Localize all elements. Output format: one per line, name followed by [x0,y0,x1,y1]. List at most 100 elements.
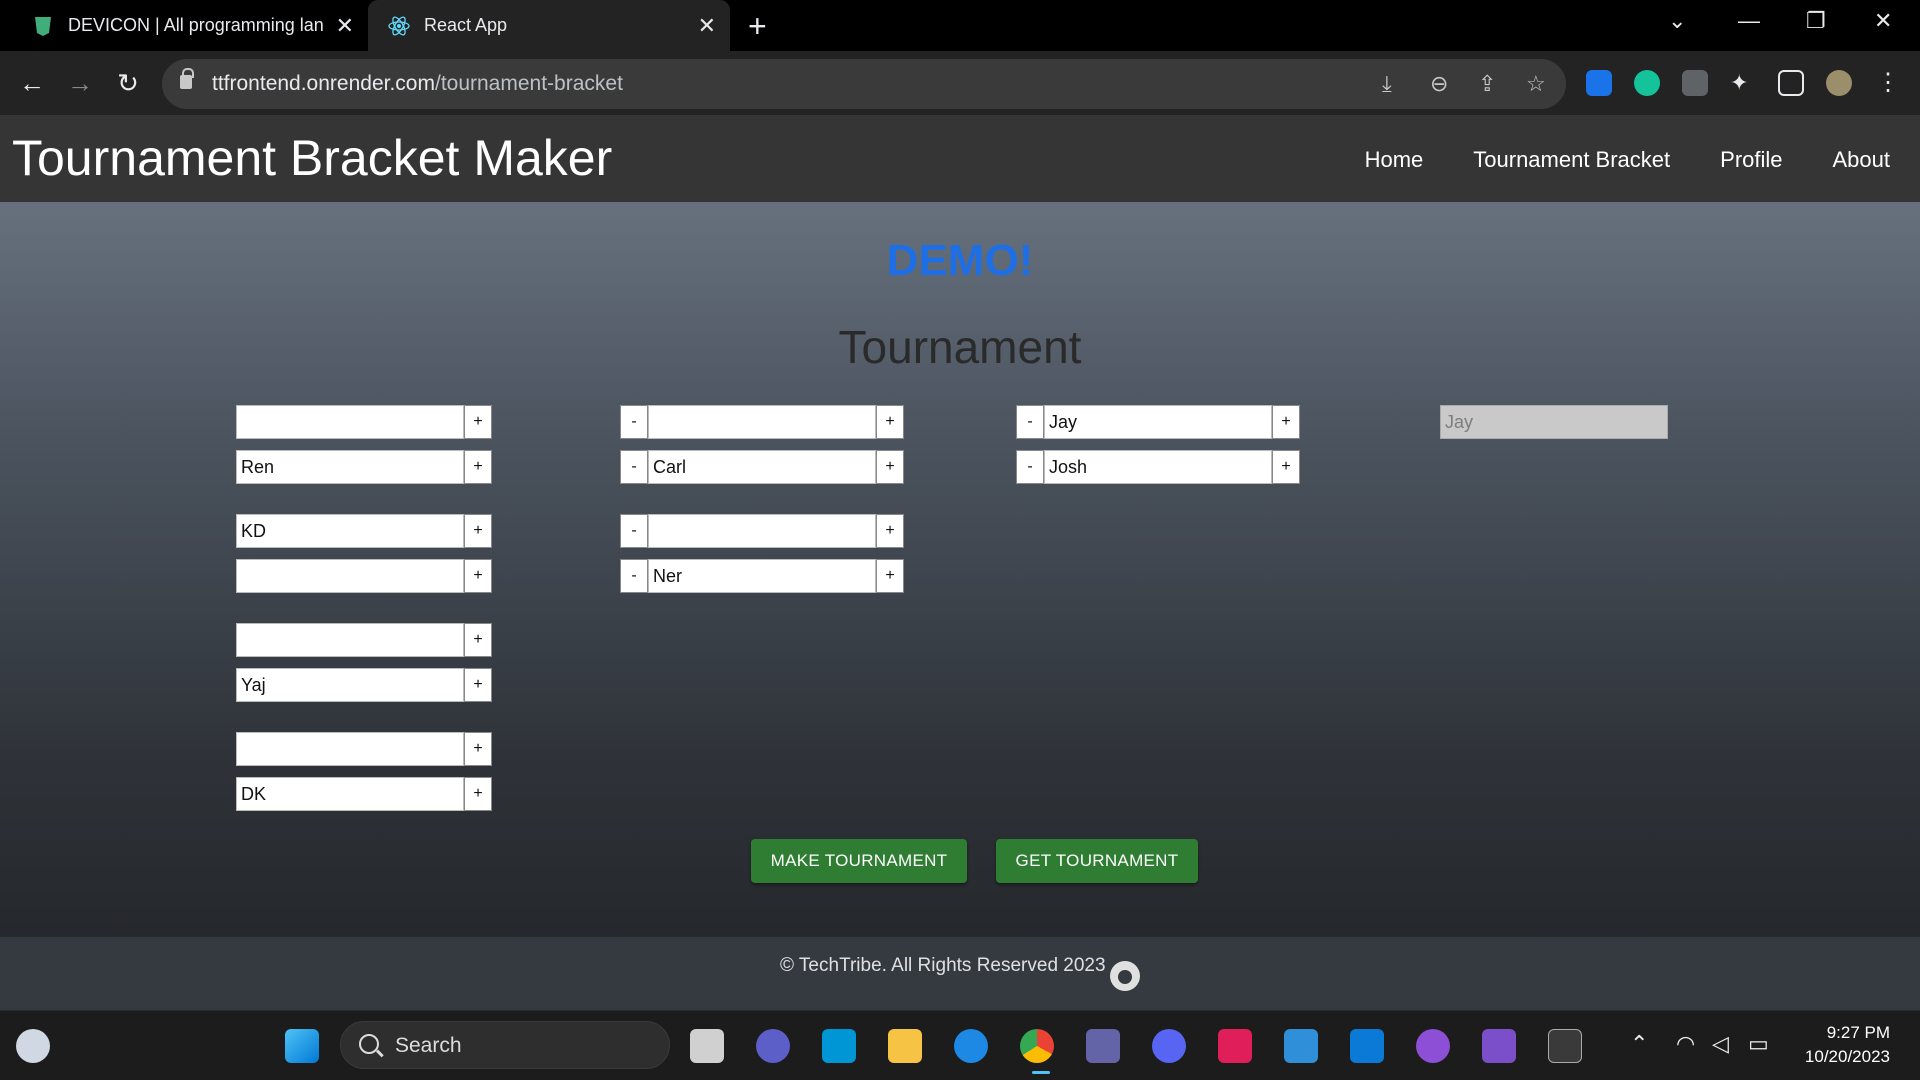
active-app-indicator [1032,1071,1050,1074]
teams-icon[interactable] [1086,1029,1120,1063]
demote-button[interactable]: - [620,450,648,484]
player-input[interactable] [648,405,876,439]
close-window-icon[interactable]: ✕ [1874,8,1892,34]
teams-chat-icon[interactable] [756,1029,790,1063]
close-tab-icon[interactable]: ✕ [698,13,716,39]
dashlane-extension-icon[interactable] [1586,70,1612,96]
winner-field: Jay [1440,405,1668,439]
chrome-icon[interactable] [1020,1029,1054,1063]
player-input[interactable] [236,668,464,702]
demote-button[interactable]: - [1016,450,1044,484]
battery-icon[interactable]: ▭ [1748,1031,1769,1057]
demote-button[interactable]: - [1016,405,1044,439]
advance-button[interactable]: + [464,623,492,657]
tab-devicon[interactable]: DEVICON | All programming lan ✕ [12,0,368,51]
bracket-slot-r1-4: + [236,559,492,593]
bracket-slot-r1-2: + [236,450,492,484]
advance-button[interactable]: + [876,405,904,439]
taskbar-search[interactable]: Search [340,1021,670,1069]
slack-icon[interactable] [1218,1029,1252,1063]
player-input[interactable] [236,559,464,593]
player-input[interactable] [648,514,876,548]
minimize-icon[interactable]: — [1738,8,1760,34]
make-tournament-button[interactable]: MAKE TOURNAMENT [751,839,967,883]
demote-button[interactable]: - [620,405,648,439]
advance-button[interactable]: + [464,559,492,593]
site-header: Tournament Bracket Maker Home Tournament… [0,115,1920,202]
player-input[interactable] [1044,450,1272,484]
get-help-icon[interactable] [954,1029,988,1063]
address-bar[interactable]: ttfrontend.onrender.com/tournament-brack… [162,59,1566,109]
github-desktop-icon[interactable] [1416,1029,1450,1063]
player-input[interactable] [1044,405,1272,439]
side-panel-icon[interactable] [1778,70,1804,96]
nav-link-about[interactable]: About [1833,147,1891,173]
extensions-puzzle-icon[interactable]: ✦ [1730,70,1756,96]
player-input[interactable] [236,514,464,548]
advance-button[interactable]: + [464,514,492,548]
task-view-icon[interactable] [690,1029,724,1063]
photos-icon[interactable] [1284,1029,1318,1063]
forward-icon[interactable]: → [62,65,98,101]
volume-icon[interactable]: ◁ [1712,1031,1729,1057]
advance-button[interactable]: + [464,732,492,766]
bracket-slot-r1-6: + [236,668,492,702]
grammarly-extension-icon[interactable] [1634,70,1660,96]
github-icon[interactable] [1110,961,1140,991]
advance-button[interactable]: + [876,514,904,548]
windows-start-icon[interactable] [285,1029,319,1063]
nav-link-home[interactable]: Home [1365,147,1424,173]
wifi-icon[interactable]: ◠ [1676,1031,1695,1057]
player-input[interactable] [236,405,464,439]
nav-link-tournament-bracket[interactable]: Tournament Bracket [1473,147,1670,173]
restore-icon[interactable]: ❐ [1806,8,1826,34]
demote-button[interactable]: - [620,559,648,593]
zoom-icon[interactable]: ⊖ [1430,71,1448,97]
player-input[interactable] [648,559,876,593]
get-tournament-button[interactable]: GET TOURNAMENT [996,839,1198,883]
nav-link-profile[interactable]: Profile [1720,147,1782,173]
clock-date: 10/20/2023 [1804,1047,1890,1066]
tray-overflow-chevron-icon[interactable]: ⌃ [1630,1031,1648,1057]
advance-button[interactable]: + [876,450,904,484]
back-icon[interactable]: ← [14,65,50,101]
visual-studio-icon[interactable] [1482,1029,1516,1063]
new-tab-icon[interactable]: + [748,8,767,45]
bracket-slot-r3-1: - + [1016,405,1300,439]
weather-icon[interactable] [16,1029,50,1063]
lock-icon [180,68,194,89]
advance-button[interactable]: + [1272,450,1300,484]
extension-icon[interactable] [1682,70,1708,96]
site-footer: © TechTribe. All Rights Reserved 2023 [0,937,1920,1010]
player-input[interactable] [236,450,464,484]
demo-label: DEMO! [886,236,1034,285]
bookmark-star-icon[interactable]: ☆ [1526,71,1546,97]
advance-button[interactable]: + [876,559,904,593]
advance-button[interactable]: + [464,777,492,811]
tab-react-app[interactable]: React App ✕ [368,0,730,51]
bracket-slot-r3-2: - + [1016,450,1300,484]
vscode-icon[interactable] [1350,1029,1384,1063]
advance-button[interactable]: + [1272,405,1300,439]
player-input[interactable] [236,732,464,766]
player-input[interactable] [648,450,876,484]
bracket-slot-r2-4: - + [620,559,904,593]
reload-icon[interactable]: ↻ [110,65,146,101]
hp-app-icon[interactable] [822,1029,856,1063]
demote-button[interactable]: - [620,514,648,548]
advance-button[interactable]: + [464,450,492,484]
install-icon[interactable]: ⤓ [1382,71,1392,97]
player-input[interactable] [236,777,464,811]
profile-avatar[interactable] [1826,70,1852,96]
advance-button[interactable]: + [464,405,492,439]
player-input[interactable] [236,623,464,657]
discord-icon[interactable] [1152,1029,1186,1063]
terminal-icon[interactable] [1548,1029,1582,1063]
taskbar-clock[interactable]: 9:27 PM 10/20/2023 [1805,1021,1890,1069]
advance-button[interactable]: + [464,668,492,702]
tab-search-chevron-icon[interactable]: ⌄ [1668,8,1686,34]
menu-kebab-icon[interactable]: ⋮ [1876,68,1902,96]
file-explorer-icon[interactable] [888,1029,922,1063]
share-icon[interactable]: ⇪ [1478,71,1496,97]
close-tab-icon[interactable]: ✕ [336,13,354,39]
